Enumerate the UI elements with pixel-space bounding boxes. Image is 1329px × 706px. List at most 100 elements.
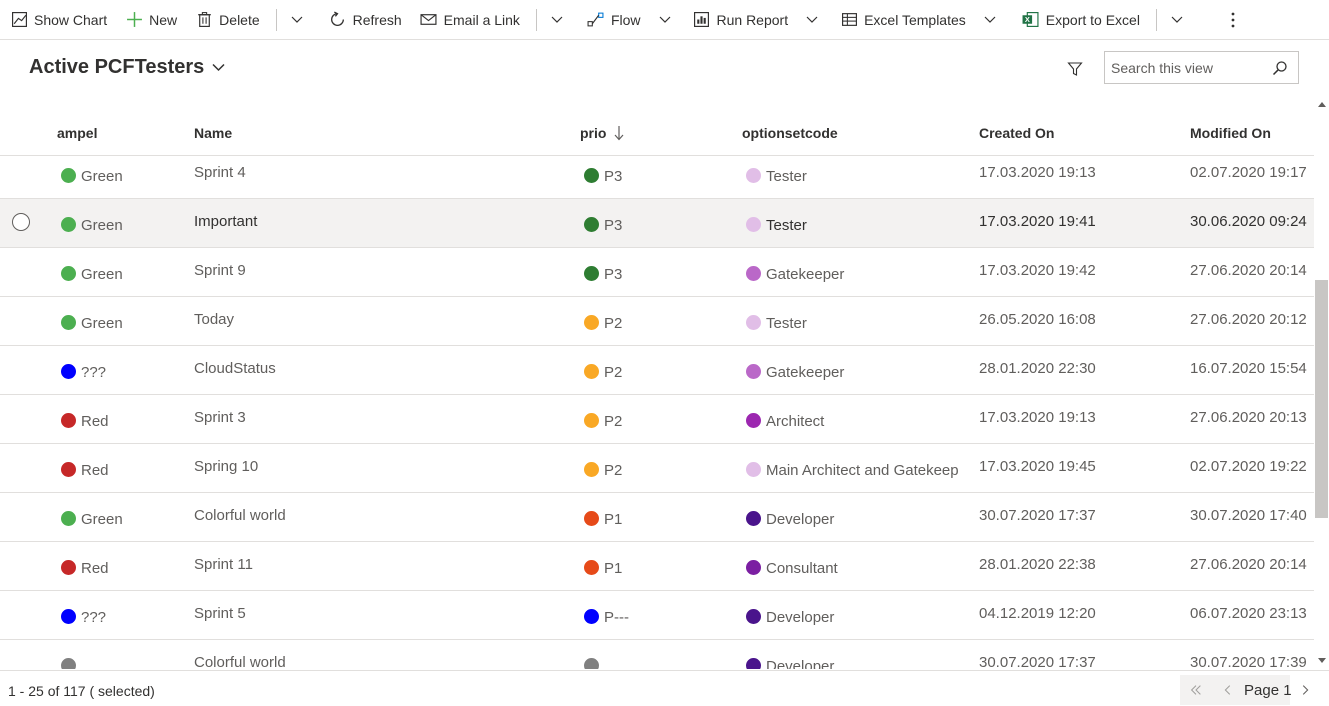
run-report-label: Run Report	[716, 11, 789, 28]
filter-icon[interactable]	[1064, 58, 1086, 80]
modified-on-cell: 30.07.2020 17:39	[1190, 654, 1307, 669]
grid-rows: Green Sprint 4 P3 Tester 17.03.2020 19:13 02.…	[0, 156, 1314, 669]
flow-chevron-icon[interactable]	[651, 2, 679, 38]
run-report-button[interactable]: Run Report	[685, 2, 799, 38]
search-input[interactable]	[1111, 59, 1271, 76]
previous-page-icon[interactable]	[1220, 682, 1236, 698]
column-header-prio[interactable]: prio	[580, 125, 624, 141]
table-row[interactable]: Red Sprint 3 P2 Architect 17.03.2020 19:13 27…	[0, 395, 1314, 444]
ampel-label: Red	[81, 413, 109, 430]
table-row[interactable]: Red Sprint 11 P1 Consultant 28.01.2020 22:38…	[0, 542, 1314, 591]
ampel-label: Red	[81, 560, 109, 577]
column-header-ampel[interactable]: ampel	[57, 125, 97, 141]
optionset-label: Tester	[766, 315, 807, 332]
name-cell[interactable]: Colorful world	[194, 654, 286, 669]
ampel-status-dot	[61, 168, 76, 183]
sort-descending-icon	[615, 126, 624, 141]
email-link-button[interactable]: Email a Link	[412, 2, 530, 38]
new-button[interactable]: New	[117, 2, 187, 38]
page-number: Page 1	[1244, 682, 1292, 699]
modified-on-cell: 27.06.2020 20:13	[1190, 409, 1307, 426]
optionset-dot	[746, 266, 761, 281]
show-chart-button[interactable]: Show Chart	[2, 2, 117, 38]
table-row[interactable]: Colorful world Developer 30.07.2020 17:37 3…	[0, 640, 1314, 669]
view-selector[interactable]: Active PCFTesters	[29, 56, 225, 79]
prio-label: P3	[604, 217, 623, 234]
refresh-button[interactable]: Refresh	[321, 2, 412, 38]
column-header-created-on[interactable]: Created On	[979, 125, 1054, 141]
name-cell[interactable]: Sprint 5	[194, 605, 246, 622]
next-page-icon[interactable]	[1297, 682, 1313, 698]
divider	[1155, 8, 1157, 31]
optionset-label: Gatekeeper	[766, 266, 845, 283]
table-row[interactable]: Green Sprint 4 P3 Tester 17.03.2020 19:13 02.…	[0, 156, 1314, 199]
name-cell[interactable]: CloudStatus	[194, 360, 276, 377]
column-header-modified-on[interactable]: Modified On	[1190, 125, 1271, 141]
table-row[interactable]: Red Spring 10 P2 Main Architect and Gatekee…	[0, 444, 1314, 493]
email-link-label: Email a Link	[443, 11, 520, 28]
scrollbar-thumb[interactable]	[1315, 280, 1328, 518]
table-row[interactable]: Green Important P3 Tester 17.03.2020 19:41 30…	[0, 199, 1314, 248]
optionset-dot	[746, 168, 761, 183]
ampel-label: Green	[81, 168, 123, 185]
table-row[interactable]: Green Sprint 9 P3 Gatekeeper 17.03.2020 19:4…	[0, 248, 1314, 297]
row-select-radio[interactable]	[12, 213, 30, 231]
prio-label: P---	[604, 609, 629, 626]
report-chevron-icon[interactable]	[798, 2, 826, 38]
table-row[interactable]: ??? Sprint 5 P--- Developer 04.12.2019 12:20…	[0, 591, 1314, 640]
name-cell[interactable]: Important	[194, 213, 257, 230]
table-row[interactable]: ??? CloudStatus P2 Gatekeeper 28.01.2020 22:…	[0, 346, 1314, 395]
modified-on-cell: 02.07.2020 19:22	[1190, 458, 1307, 475]
modified-on-cell: 02.07.2020 19:17	[1190, 164, 1307, 181]
modified-on-cell: 27.06.2020 20:14	[1190, 556, 1307, 573]
prio-label: P3	[604, 168, 623, 185]
table-row[interactable]: Green Colorful world P1 Developer 30.07.2020…	[0, 493, 1314, 542]
flow-button[interactable]: Flow	[579, 2, 651, 38]
scroll-down-icon[interactable]	[1318, 658, 1326, 663]
created-on-cell: 30.07.2020 17:37	[979, 654, 1096, 669]
prio-label: P3	[604, 266, 623, 283]
search-icon[interactable]	[1272, 60, 1288, 76]
created-on-cell: 28.01.2020 22:38	[979, 556, 1096, 573]
optionset-label: Consultant	[766, 560, 838, 577]
refresh-label: Refresh	[352, 11, 402, 28]
name-cell[interactable]: Colorful world	[194, 507, 286, 524]
templates-chevron-icon[interactable]	[976, 2, 1004, 38]
column-header-name[interactable]: Name	[194, 125, 232, 141]
email-more-chevron-icon[interactable]	[543, 2, 571, 38]
prio-dot	[584, 217, 599, 232]
optionset-dot	[746, 413, 761, 428]
search-box	[1104, 51, 1299, 84]
created-on-cell: 28.01.2020 22:30	[979, 360, 1096, 377]
delete-more-chevron-icon[interactable]	[283, 2, 311, 38]
ampel-label: ???	[81, 364, 107, 381]
ampel-label: ???	[81, 609, 107, 626]
export-excel-button[interactable]: X Export to Excel	[1014, 2, 1150, 38]
created-on-cell: 17.03.2020 19:13	[979, 409, 1096, 426]
name-cell[interactable]: Sprint 11	[194, 556, 253, 573]
column-header-label: optionsetcode	[742, 125, 838, 141]
table-row[interactable]: Green Today P2 Tester 26.05.2020 16:08 27.06.…	[0, 297, 1314, 346]
name-cell[interactable]: Spring 10	[194, 458, 258, 475]
scroll-up-icon[interactable]	[1318, 102, 1326, 107]
ampel-label: Green	[81, 266, 123, 283]
vertical-scrollbar[interactable]	[1314, 96, 1329, 669]
ampel-label: Green	[81, 217, 123, 234]
first-page-icon[interactable]	[1188, 682, 1204, 698]
more-commands-icon[interactable]	[1217, 2, 1249, 38]
name-cell[interactable]: Sprint 3	[194, 409, 246, 426]
ampel-status-dot	[61, 560, 76, 575]
optionset-label: Tester	[766, 217, 807, 234]
export-chevron-icon[interactable]	[1163, 2, 1191, 38]
name-cell[interactable]: Sprint 9	[194, 262, 246, 279]
trash-icon	[195, 11, 213, 29]
show-chart-label: Show Chart	[34, 11, 108, 28]
delete-button[interactable]: Delete	[187, 2, 269, 38]
svg-text:X: X	[1025, 15, 1030, 24]
name-cell[interactable]: Sprint 4	[194, 164, 246, 181]
prio-dot	[584, 315, 599, 330]
name-cell[interactable]: Today	[194, 311, 234, 328]
prio-dot	[584, 168, 599, 183]
column-header-optionsetcode[interactable]: optionsetcode	[742, 125, 838, 141]
excel-templates-button[interactable]: Excel Templates	[832, 2, 976, 38]
